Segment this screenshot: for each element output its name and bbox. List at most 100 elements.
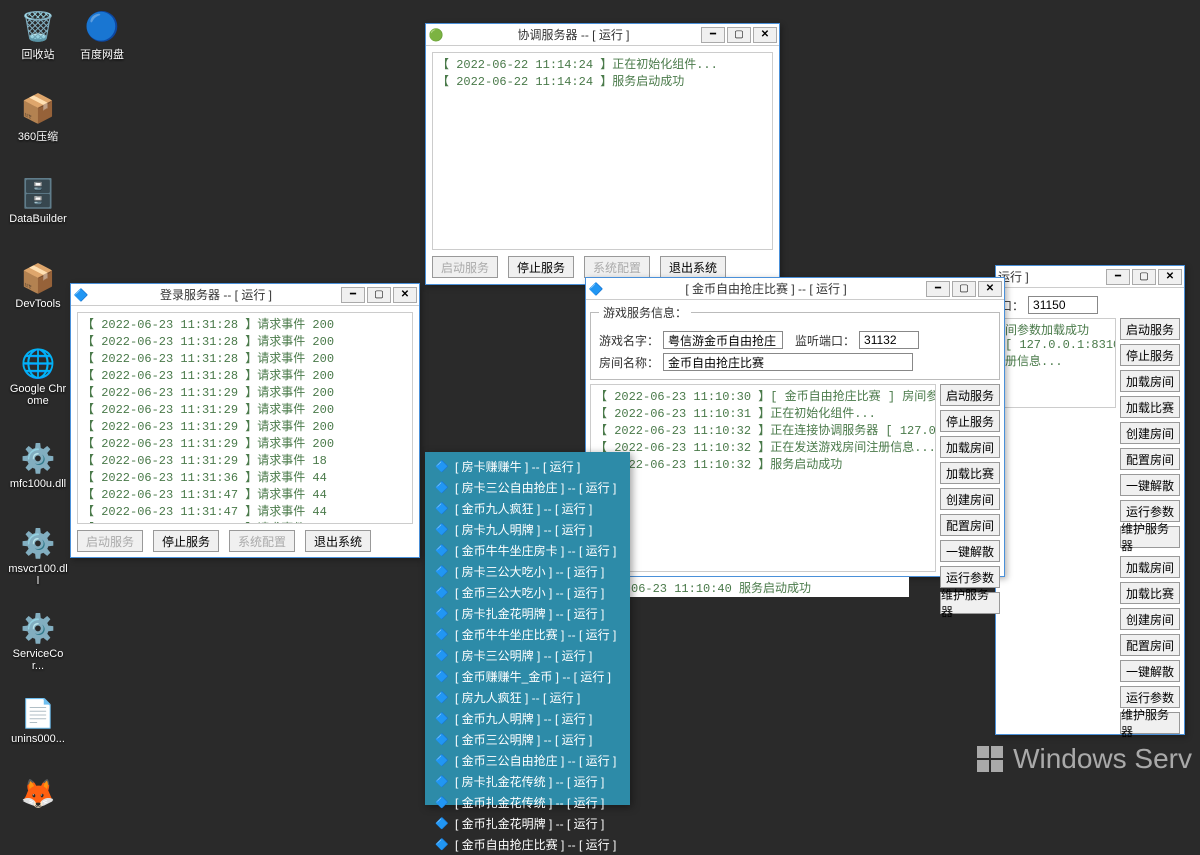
taskbar-item-label: [ 金币赚赚牛_金币 ] -- [ 运行 ] [455,668,611,685]
log-area: 【 2022-06-23 11:10:30 】[ 金币自由抢庄比赛 ] 房间参数… [590,384,936,572]
desktop-icon-msvcr100[interactable]: ⚙️msvcr100.dll [8,525,68,587]
close-button[interactable]: ✕ [753,27,777,43]
side-button[interactable]: 一键解散 [1120,660,1180,682]
start-service-button[interactable]: 启动服务 [432,256,498,278]
titlebar[interactable]: 🔷 [ 金币自由抢庄比赛 ] -- [ 运行 ] ━ ▢ ✕ [586,278,1004,300]
maximize-button[interactable]: ▢ [727,27,751,43]
side-button[interactable]: 维护服务器 [1120,526,1180,548]
system-config-button[interactable]: 系统配置 [229,530,295,552]
stop-service-button[interactable]: 停止服务 [508,256,574,278]
side-button[interactable]: 启动服务 [1120,318,1180,340]
side-button[interactable]: 运行参数 [1120,500,1180,522]
side-button[interactable]: 一键解散 [1120,474,1180,496]
exit-system-button[interactable]: 退出系统 [660,256,726,278]
taskbar-item[interactable]: 🔷[ 房卡九人明牌 ] -- [ 运行 ] [425,519,630,540]
icon-label: 回收站 [8,46,68,62]
app-icon: 🔷 [435,460,449,474]
side-button[interactable]: 配置房间 [940,514,1000,536]
side-button[interactable]: 维护服务器 [1120,712,1180,734]
close-button[interactable]: ✕ [393,287,417,303]
taskbar-item[interactable]: 🔷[ 金币三公自由抢庄 ] -- [ 运行 ] [425,750,630,771]
taskbar-item[interactable]: 🔷[ 房卡三公大吃小 ] -- [ 运行 ] [425,561,630,582]
devtools-icon: 📦 [20,260,56,296]
side-button[interactable]: 加载房间 [940,436,1000,458]
start-service-button[interactable]: 启动服务 [77,530,143,552]
minimize-button[interactable]: ━ [926,281,950,297]
taskbar-window-list[interactable]: 🔷[ 房卡赚赚牛 ] -- [ 运行 ]🔷[ 房卡三公自由抢庄 ] -- [ 运… [425,452,630,805]
taskbar-item[interactable]: 🔷[ 金币三公明牌 ] -- [ 运行 ] [425,729,630,750]
stop-service-button[interactable]: 停止服务 [153,530,219,552]
side-button[interactable]: 加载比赛 [1120,582,1180,604]
taskbar-item[interactable]: 🔷[ 金币扎金花传统 ] -- [ 运行 ] [425,792,630,813]
side-button[interactable]: 加载房间 [1120,370,1180,392]
titlebar[interactable]: 🟢 协调服务器 -- [ 运行 ] ━ ▢ ✕ [426,24,779,46]
taskbar-item[interactable]: 🔷[ 房卡赚赚牛 ] -- [ 运行 ] [425,456,630,477]
side-button[interactable]: 停止服务 [1120,344,1180,366]
titlebar[interactable]: 🔷 登录服务器 -- [ 运行 ] ━ ▢ ✕ [71,284,419,306]
taskbar-item[interactable]: 🔷[ 金币牛牛坐庄房卡 ] -- [ 运行 ] [425,540,630,561]
log-line: 【 2022-06-23 11:31:47 】请求事件 44 [82,502,408,519]
taskbar-item[interactable]: 🔷[ 金币赚赚牛_金币 ] -- [ 运行 ] [425,666,630,687]
window-coord: 🟢 协调服务器 -- [ 运行 ] ━ ▢ ✕ 【 2022-06-22 11:… [425,23,780,285]
taskbar-item[interactable]: 🔷[ 房卡扎金花明牌 ] -- [ 运行 ] [425,603,630,624]
icon-label: mfc100u.dll [8,478,68,490]
minimize-button[interactable]: ━ [1106,269,1130,285]
taskbar-item[interactable]: 🔷[ 金币扎金花明牌 ] -- [ 运行 ] [425,813,630,834]
desktop-icon-app[interactable]: 🦊 [8,775,68,813]
side-button[interactable]: 一键解散 [940,540,1000,562]
side-button[interactable]: 创建房间 [1120,608,1180,630]
maximize-button[interactable]: ▢ [1132,269,1156,285]
taskbar-item[interactable]: 🔷[ 房卡三公明牌 ] -- [ 运行 ] [425,645,630,666]
desktop-icon-devtools[interactable]: 📦DevTools [8,260,68,310]
taskbar-item[interactable]: 🔷[ 房卡扎金花传统 ] -- [ 运行 ] [425,771,630,792]
desktop-icon-databuilder[interactable]: 🗄️DataBuilder [8,175,68,225]
log-area: 【 2022-06-23 11:31:28 】请求事件 200【 2022-06… [77,312,413,524]
system-config-button[interactable]: 系统配置 [584,256,650,278]
side-button[interactable]: 加载比赛 [940,462,1000,484]
side-button[interactable]: 运行参数 [940,566,1000,588]
desktop-icon-recycle-bin[interactable]: 🗑️回收站 [8,8,68,62]
app-icon: 🔷 [435,544,449,558]
side-button[interactable]: 加载房间 [1120,556,1180,578]
close-button[interactable]: ✕ [978,281,1002,297]
side-button[interactable]: 停止服务 [940,410,1000,432]
side-button[interactable]: 创建房间 [940,488,1000,510]
side-button[interactable]: 配置房间 [1120,448,1180,470]
maximize-button[interactable]: ▢ [367,287,391,303]
desktop-icon-servicecor[interactable]: ⚙️ServiceCor... [8,610,68,672]
close-button[interactable]: ✕ [1158,269,1182,285]
desktop-icon-mfc100u[interactable]: ⚙️mfc100u.dll [8,440,68,490]
minimize-button[interactable]: ━ [341,287,365,303]
side-button[interactable]: 运行参数 [1120,686,1180,708]
room-name-input[interactable] [663,353,913,371]
icon-label: 百度网盘 [72,46,132,62]
side-button[interactable]: 加载比赛 [1120,396,1180,418]
taskbar-item[interactable]: 🔷[ 金币三公大吃小 ] -- [ 运行 ] [425,582,630,603]
desktop-icon-360zip[interactable]: 📦360压缩 [8,90,68,144]
side-button[interactable]: 维护服务器 [940,592,1000,614]
taskbar-item[interactable]: 🔷[ 房卡三公自由抢庄 ] -- [ 运行 ] [425,477,630,498]
desktop-icon-unins000[interactable]: 📄unins000... [8,695,68,745]
maximize-button[interactable]: ▢ [952,281,976,297]
taskbar-item[interactable]: 🔷[ 金币自由抢庄比赛 ] -- [ 运行 ] [425,834,630,855]
taskbar-item[interactable]: 🔷[ 金币牛牛坐庄比赛 ] -- [ 运行 ] [425,624,630,645]
taskbar-item[interactable]: 🔷[ 金币九人疯狂 ] -- [ 运行 ] [425,498,630,519]
desktop-icon-chrome[interactable]: 🌐Google Chrome [8,345,68,407]
side-button[interactable]: 创建房间 [1120,422,1180,444]
desktop-icon-baidu-netdisk[interactable]: 🔵百度网盘 [72,8,132,62]
taskbar-item[interactable]: 🔷[ 房九人疯狂 ] -- [ 运行 ] [425,687,630,708]
exit-system-button[interactable]: 退出系统 [305,530,371,552]
port-input[interactable] [1028,296,1098,314]
taskbar-item[interactable]: 🔷[ 金币九人明牌 ] -- [ 运行 ] [425,708,630,729]
taskbar-item-label: [ 房九人疯狂 ] -- [ 运行 ] [455,689,580,706]
app-icon: 🔷 [435,796,449,810]
icon-label: ServiceCor... [8,648,68,672]
side-button[interactable]: 启动服务 [940,384,1000,406]
side-button[interactable]: 配置房间 [1120,634,1180,656]
log-line: 【 2022-06-23 11:31:29 】请求事件 200 [82,400,408,417]
titlebar[interactable]: 运行 ] ━ ▢ ✕ [996,266,1184,288]
port-input[interactable] [859,331,919,349]
minimize-button[interactable]: ━ [701,27,725,43]
game-name-input[interactable] [663,331,783,349]
app-icon: 🔷 [588,281,604,297]
